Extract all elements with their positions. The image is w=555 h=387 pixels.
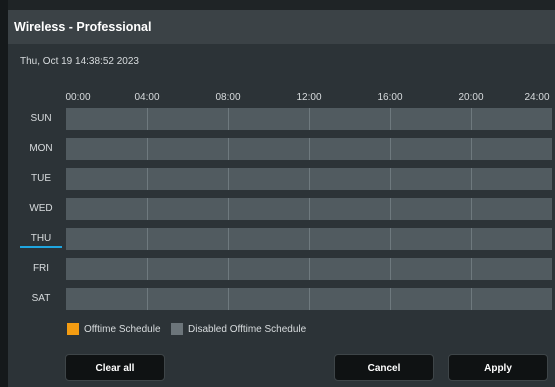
offtime-legend-label: Offtime Schedule [84, 324, 161, 335]
hour-gridline [309, 228, 310, 250]
hour-gridline [147, 258, 148, 280]
hour-gridline [471, 288, 472, 310]
day-label-fri: FRI [32, 263, 50, 274]
day-label-sun: SUN [30, 113, 52, 124]
hour-gridline [228, 288, 229, 310]
hour-gridline [309, 288, 310, 310]
hour-gridline [309, 198, 310, 220]
hour-gridline [309, 108, 310, 130]
disabled-legend-swatch [171, 323, 183, 335]
hour-label: 24:00 [524, 92, 550, 103]
hour-label: 00:00 [65, 92, 91, 103]
schedule-row-tue[interactable] [66, 168, 552, 190]
hour-gridline [228, 168, 229, 190]
hour-label: 12:00 [296, 92, 322, 103]
clear-all-button[interactable]: Clear all [65, 354, 165, 381]
hour-gridline [228, 228, 229, 250]
hour-label: 20:00 [458, 92, 484, 103]
day-label-sat: SAT [31, 293, 51, 304]
hour-gridline [471, 258, 472, 280]
schedule-row-fri[interactable] [66, 258, 552, 280]
hour-gridline [309, 258, 310, 280]
hour-gridline [228, 138, 229, 160]
hour-gridline [309, 168, 310, 190]
hour-gridline [147, 108, 148, 130]
schedule-row-wed[interactable] [66, 198, 552, 220]
hour-gridline [147, 138, 148, 160]
hour-gridline [471, 168, 472, 190]
offtime-legend-swatch [67, 323, 79, 335]
day-label-mon: MON [29, 143, 53, 154]
day-label-wed: WED [29, 203, 53, 214]
hour-label: 08:00 [215, 92, 241, 103]
hour-gridline [471, 228, 472, 250]
cancel-button[interactable]: Cancel [334, 354, 434, 381]
hour-gridline [390, 138, 391, 160]
panel-header: Wireless - Professional [8, 10, 555, 44]
schedule-row-sun[interactable] [66, 108, 552, 130]
hour-gridline [471, 108, 472, 130]
hour-label: 16:00 [377, 92, 403, 103]
hour-gridline [147, 168, 148, 190]
schedule-row-thu[interactable] [66, 228, 552, 250]
hour-gridline [471, 138, 472, 160]
hour-gridline [228, 108, 229, 130]
hour-gridline [390, 228, 391, 250]
apply-button[interactable]: Apply [448, 354, 548, 381]
hour-gridline [147, 288, 148, 310]
hour-gridline [390, 288, 391, 310]
hour-gridline [390, 258, 391, 280]
hour-gridline [390, 168, 391, 190]
hour-gridline [228, 258, 229, 280]
hour-gridline [147, 198, 148, 220]
day-label-thu-today: THU [20, 233, 62, 248]
schedule-panel: Wireless - Professional Thu, Oct 19 14:3… [8, 10, 555, 387]
disabled-legend-label: Disabled Offtime Schedule [188, 324, 307, 335]
schedule-row-sat[interactable] [66, 288, 552, 310]
hour-label: 04:00 [134, 92, 160, 103]
hour-gridline [390, 198, 391, 220]
day-label-tue: TUE [31, 173, 51, 184]
page-title: Wireless - Professional [14, 20, 152, 34]
left-frame-edge [0, 0, 8, 387]
schedule-row-mon[interactable] [66, 138, 552, 160]
current-datetime: Thu, Oct 19 14:38:52 2023 [20, 56, 139, 67]
hour-gridline [471, 198, 472, 220]
hour-gridline [390, 108, 391, 130]
hour-gridline [228, 198, 229, 220]
hour-gridline [309, 138, 310, 160]
hour-gridline [147, 228, 148, 250]
